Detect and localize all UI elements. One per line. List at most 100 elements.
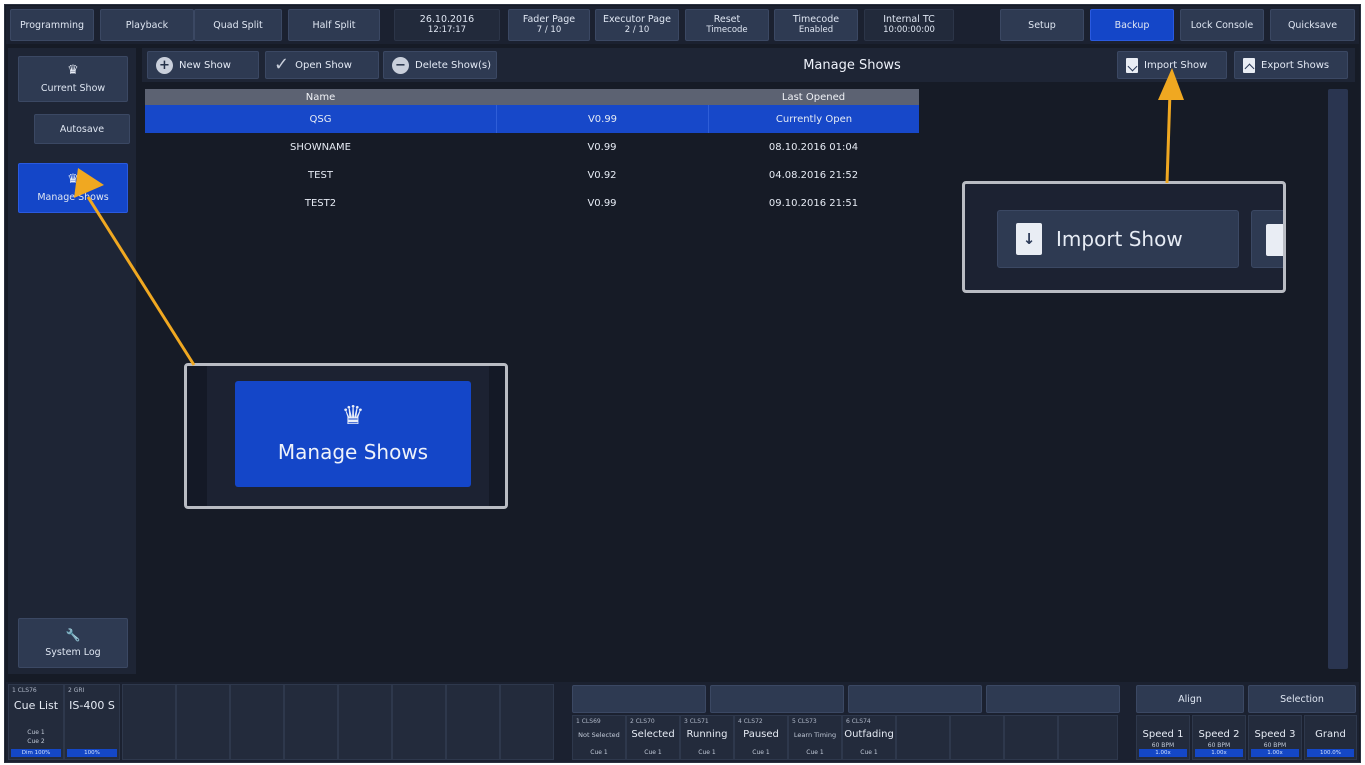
- playback-executor-3[interactable]: 3 CLS71 Running Cue 1: [680, 715, 734, 760]
- backup-button[interactable]: Backup: [1090, 9, 1174, 41]
- import-show-callout: ↓ Import Show: [962, 181, 1286, 293]
- delete-shows-button[interactable]: − Delete Show(s): [383, 51, 497, 79]
- fader-page-button[interactable]: Fader Page 7 / 10: [508, 9, 590, 41]
- date-text: 26.10.2016: [419, 14, 475, 25]
- import-show-button[interactable]: Import Show: [1117, 51, 1227, 79]
- executor-empty[interactable]: [338, 684, 392, 760]
- import-show-label: Import Show: [1144, 59, 1208, 71]
- plus-icon: +: [156, 56, 173, 74]
- open-show-label: Open Show: [295, 59, 352, 71]
- internal-tc-display: Internal TC 10:00:00:00: [864, 9, 954, 41]
- playback-top-button[interactable]: [572, 685, 706, 713]
- table-header: Name Last Opened: [145, 89, 919, 105]
- executor-empty[interactable]: [500, 684, 554, 760]
- autosave-button[interactable]: Autosave: [34, 114, 130, 144]
- executor-cue: Cue 1: [806, 749, 824, 756]
- open-show-button[interactable]: ✓ Open Show: [265, 51, 379, 79]
- crown-icon: ♛: [67, 171, 79, 187]
- executor-empty[interactable]: [176, 684, 230, 760]
- playback-executor-5[interactable]: 5 CLS73 Learn Timing Cue 1: [788, 715, 842, 760]
- executor-number: 3 CLS71: [684, 718, 709, 725]
- executor-label: Learn Timing: [793, 731, 837, 739]
- executor-cue: Cue 1: [860, 749, 878, 756]
- executor-number: 5 CLS73: [792, 718, 817, 725]
- playback-executor-1[interactable]: 1 CLS69 Not Selected Cue 1: [572, 715, 626, 760]
- playback-executor-empty[interactable]: [896, 715, 950, 760]
- executor-cue: Cue 2: [27, 738, 45, 745]
- align-button[interactable]: Align: [1136, 685, 1244, 713]
- internal-tc-value: 10:00:00:00: [883, 25, 935, 35]
- timecode-enabled-button[interactable]: Timecode Enabled: [774, 9, 858, 41]
- wrench-icon: 🔧: [65, 627, 81, 642]
- executor-empty[interactable]: [230, 684, 284, 760]
- executor-number: 2 CLS70: [630, 718, 655, 725]
- executor-label: Paused: [743, 729, 779, 740]
- executor-1[interactable]: 1 CLS76 Cue List Cue 1 Cue 2 Dim 100%: [8, 684, 64, 760]
- half-split-button[interactable]: Half Split: [288, 9, 380, 41]
- quad-split-button[interactable]: Quad Split: [194, 9, 282, 41]
- executor-number: 4 CLS72: [738, 718, 763, 725]
- new-show-label: New Show: [179, 59, 231, 71]
- playback-executor-4[interactable]: 4 CLS72 Paused Cue 1: [734, 715, 788, 760]
- setup-button[interactable]: Setup: [1000, 9, 1084, 41]
- playback-executor-6[interactable]: 6 CLS74 Outfading Cue 1: [842, 715, 896, 760]
- executor-level: 100%: [67, 749, 117, 757]
- current-show-button[interactable]: ♛ Current Show: [18, 56, 128, 102]
- executor-label: Not Selected: [578, 731, 620, 739]
- executor-empty[interactable]: [392, 684, 446, 760]
- executor-empty[interactable]: [446, 684, 500, 760]
- show-last-opened-cell: Currently Open: [708, 105, 919, 133]
- executor-empty[interactable]: [122, 684, 176, 760]
- executor-label: Selected: [631, 729, 675, 740]
- playback-executor-empty[interactable]: [950, 715, 1004, 760]
- shows-table: Name Last Opened QSG V0.99 Currently Ope…: [145, 89, 919, 217]
- playback-top-button[interactable]: [848, 685, 982, 713]
- system-log-button[interactable]: 🔧 System Log: [18, 618, 128, 668]
- export-shows-zoomed-button: [1251, 210, 1283, 268]
- speed-master-2[interactable]: Speed 2 60 BPM 1.00x: [1192, 715, 1246, 760]
- crown-icon: ♛: [67, 62, 79, 78]
- vertical-scrollbar[interactable]: [1328, 89, 1348, 669]
- export-file-icon: [1266, 224, 1283, 256]
- executor-empty[interactable]: [284, 684, 338, 760]
- half-split-label: Half Split: [312, 19, 356, 31]
- show-version-cell: V0.99: [587, 197, 617, 209]
- executor-label: IS-400 S: [69, 699, 115, 712]
- lock-console-button[interactable]: Lock Console: [1180, 9, 1264, 41]
- executor-bar: 1 CLS76 Cue List Cue 1 Cue 2 Dim 100% 2 …: [6, 682, 1359, 762]
- show-version-cell: V0.92: [587, 169, 617, 181]
- playback-top-button[interactable]: [710, 685, 844, 713]
- selection-label: Selection: [1280, 693, 1324, 705]
- speed-master-3[interactable]: Speed 3 60 BPM 1.00x: [1248, 715, 1302, 760]
- playback-executor-empty[interactable]: [1058, 715, 1118, 760]
- reset-timecode-button[interactable]: Reset Timecode: [685, 9, 769, 41]
- quicksave-button[interactable]: Quicksave: [1270, 9, 1355, 41]
- speed-bpm: 60 BPM: [1151, 742, 1175, 749]
- executor-number: 1 CLS76: [12, 687, 37, 694]
- new-show-button[interactable]: + New Show: [147, 51, 259, 79]
- selection-button[interactable]: Selection: [1248, 685, 1356, 713]
- speed-label: Speed 2: [1198, 729, 1240, 740]
- executor-2[interactable]: 2 GRI IS-400 S 100%: [64, 684, 120, 760]
- table-row[interactable]: QSG V0.99 Currently Open: [145, 105, 919, 133]
- speed-bpm: 60 BPM: [1263, 742, 1287, 749]
- speed-master-1[interactable]: Speed 1 60 BPM 1.00x: [1136, 715, 1190, 760]
- table-row[interactable]: TEST2 V0.99 09.10.2016 21:51: [145, 189, 919, 217]
- show-name-cell: QSG: [309, 113, 332, 125]
- playback-top-button[interactable]: [986, 685, 1120, 713]
- grand-master[interactable]: Grand 100.0%: [1304, 715, 1357, 760]
- playback-label: Playback: [125, 19, 169, 31]
- export-shows-button[interactable]: Export Shows: [1234, 51, 1348, 79]
- table-row[interactable]: TEST V0.92 04.08.2016 21:52: [145, 161, 919, 189]
- speed-level: 1.00x: [1195, 749, 1243, 757]
- executor-page-button[interactable]: Executor Page 2 / 10: [595, 9, 679, 41]
- playback-button[interactable]: Playback: [100, 9, 194, 41]
- manage-shows-button[interactable]: ♛ Manage Shows: [18, 163, 128, 213]
- programming-button[interactable]: Programming: [10, 9, 94, 41]
- manage-shows-callout: ♛ Manage Shows: [184, 363, 508, 509]
- executor-page-value: 2 / 10: [624, 25, 650, 35]
- playback-executor-empty[interactable]: [1004, 715, 1058, 760]
- executor-label: Cue List: [13, 699, 59, 712]
- table-row[interactable]: SHOWNAME V0.99 08.10.2016 01:04: [145, 133, 919, 161]
- playback-executor-2[interactable]: 2 CLS70 Selected Cue 1: [626, 715, 680, 760]
